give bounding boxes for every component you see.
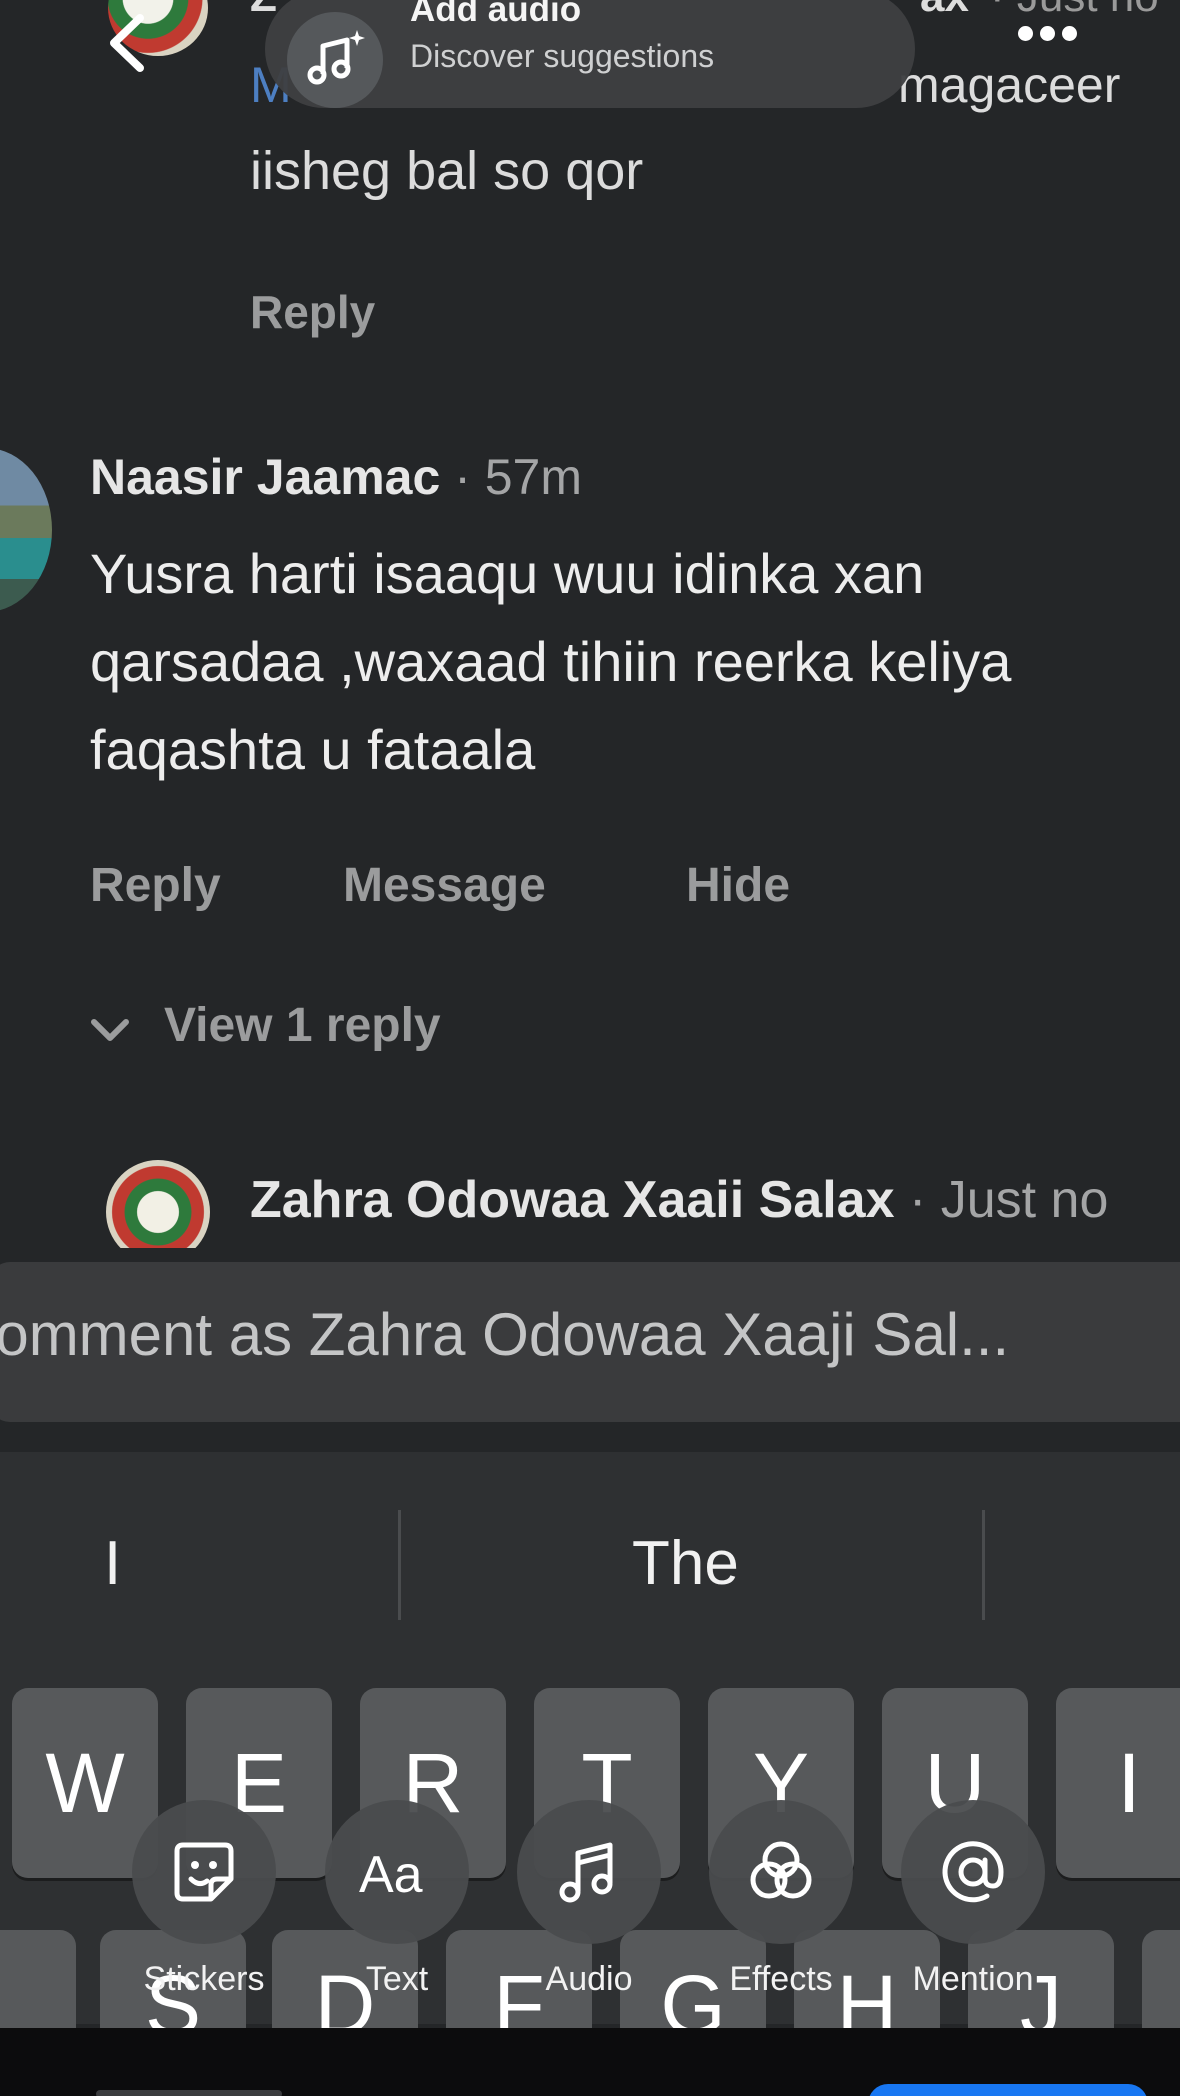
effects-icon xyxy=(709,1800,853,1944)
stickers-button[interactable]: Stickers xyxy=(114,1800,294,1999)
more-dot xyxy=(1062,26,1077,41)
mention-button[interactable]: Mention xyxy=(883,1800,1063,1999)
suggestion[interactable]: I xyxy=(104,1528,121,1599)
audio-button[interactable]: Audio xyxy=(499,1800,679,1999)
audio-label: Audio xyxy=(545,1960,633,1998)
author-name[interactable]: Naasir Jaamac xyxy=(90,449,440,505)
comment-author[interactable]: Naasir Jaamac · 57m xyxy=(90,448,582,506)
reply-button[interactable]: Reply xyxy=(90,858,221,913)
comment-line: faqashta u fataala xyxy=(90,718,536,781)
comment-author[interactable]: Zahra Odowaa Xaaii Salax · Just no xyxy=(250,1170,1108,1230)
message-button[interactable]: Message xyxy=(343,858,546,913)
more-dot xyxy=(1040,26,1055,41)
svg-text:Aa: Aa xyxy=(359,1846,423,1902)
add-audio-button[interactable]: Add audio Discover suggestions xyxy=(265,0,915,108)
view-replies-label: View 1 reply xyxy=(164,999,441,1052)
sticker-icon xyxy=(132,1800,276,1944)
story-screen: Z ax · Just no Add audio Discover sugges… xyxy=(0,0,1180,2096)
text-aa-icon: Aa xyxy=(325,1800,469,1944)
suggestion[interactable]: The xyxy=(632,1528,739,1599)
comment-line: qarsadaa ,waxaad tihiin reerka keliya xyxy=(90,630,1012,693)
bottom-gray-pill xyxy=(96,2090,282,2096)
comment-time: · 57m xyxy=(454,449,582,505)
author-name[interactable]: Zahra Odowaa Xaaii Salax xyxy=(250,1171,895,1229)
comment-line: Yusra harti isaaqu wuu idinka xan xyxy=(90,542,925,605)
view-replies-button[interactable]: View 1 reply xyxy=(90,998,441,1056)
comment-input-placeholder: Comment as Zahra Odowaa Xaaji Sal... xyxy=(0,1301,1010,1368)
text-button[interactable]: Aa Text xyxy=(307,1800,487,1999)
comment-time: · Just no xyxy=(990,0,1159,22)
effects-label: Effects xyxy=(729,1960,833,1998)
stickers-label: Stickers xyxy=(143,1960,265,1998)
more-options-button[interactable] xyxy=(1018,26,1088,50)
share-button[interactable] xyxy=(868,2084,1148,2096)
music-note-icon xyxy=(517,1800,661,1944)
at-sign-icon xyxy=(901,1800,1045,1944)
add-audio-subtitle: Discover suggestions xyxy=(410,38,715,74)
mention-label: Mention xyxy=(912,1960,1034,1998)
music-sparkle-icon xyxy=(287,12,383,108)
comment-text-fragment: magaceer xyxy=(898,57,1121,113)
back-button[interactable] xyxy=(100,8,160,78)
comment-time: · Just no xyxy=(908,1171,1109,1229)
effects-button[interactable]: Effects xyxy=(691,1800,871,1999)
add-audio-title: Add audio xyxy=(410,0,582,29)
suggestion-divider xyxy=(982,1510,985,1620)
chevron-down-icon xyxy=(90,1001,130,1056)
comment-author-fragment: ax xyxy=(920,0,969,22)
more-dots-icon xyxy=(1018,26,1033,41)
hide-button[interactable]: Hide xyxy=(686,858,790,913)
suggestion-divider xyxy=(398,1510,401,1620)
story-tools: Stickers Aa Text Audio Effects Mention xyxy=(0,1800,1180,2040)
comment-text: Yusra harti isaaqu wuu idinka xan qarsad… xyxy=(90,530,1180,794)
reply-button[interactable]: Reply xyxy=(250,285,375,339)
avatar[interactable] xyxy=(0,448,52,612)
chevron-left-icon xyxy=(110,14,144,72)
comment-input[interactable]: Comment as Zahra Odowaa Xaaji Sal... xyxy=(0,1262,1180,1422)
text-label: Text xyxy=(365,1960,429,1998)
comment-text: iisheg bal so qor xyxy=(250,141,644,201)
